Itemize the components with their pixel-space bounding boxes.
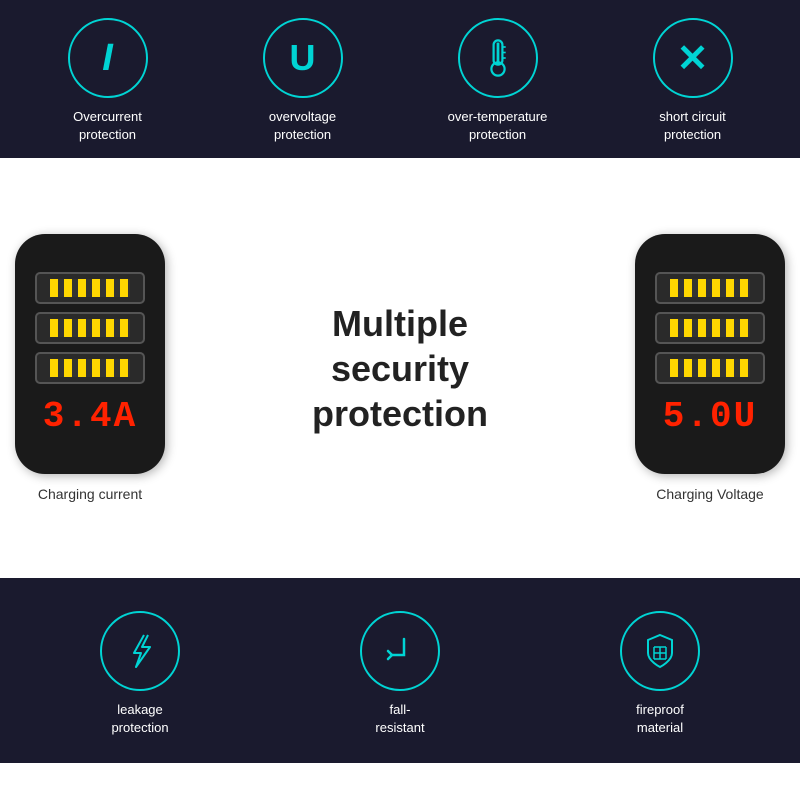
leakage-label: leakage protection [111, 701, 168, 737]
fall-resistant-label: fall- resistant [375, 701, 424, 737]
overcurrent-label: Overcurrent protection [73, 108, 142, 144]
usb-port-4 [655, 272, 765, 304]
center-security-text: Multiple security protection [165, 301, 635, 436]
usb-port-1 [35, 272, 145, 304]
left-device: 3.4A [15, 234, 165, 474]
overcurrent-icon: I [68, 18, 148, 98]
left-display: 3.4A [43, 396, 137, 437]
feature-overvoltage: U overvoltage protection [217, 18, 389, 144]
leakage-icon [100, 611, 180, 691]
overtemperature-label: over-temperature protection [448, 108, 548, 144]
feature-fireproof: fireproof material [543, 611, 777, 737]
usb-port-6 [655, 352, 765, 384]
shortcircuit-label: short circuit protection [659, 108, 725, 144]
thermometer-icon [458, 18, 538, 98]
bottom-section: leakage protection fall- resistant [0, 578, 800, 763]
feature-leakage: leakage protection [23, 611, 257, 737]
top-section: I Overcurrent protection U overvoltage p… [0, 0, 800, 158]
fireproof-label: fireproof material [636, 701, 684, 737]
shortcircuit-icon: ✕ [653, 18, 733, 98]
right-device: 5.0U [635, 234, 785, 474]
overvoltage-icon: U [263, 18, 343, 98]
right-device-label: Charging Voltage [656, 486, 763, 502]
usb-port-3 [35, 352, 145, 384]
overvoltage-label: overvoltage protection [269, 108, 336, 144]
feature-fallresistant: fall- resistant [283, 611, 517, 737]
left-device-label: Charging current [38, 486, 142, 502]
left-device-wrapper: 3.4A Charging current [15, 234, 165, 502]
feature-overtemperature: over-temperature protection [412, 18, 584, 144]
right-device-wrapper: 5.0U Charging Voltage [635, 234, 785, 502]
usb-port-5 [655, 312, 765, 344]
feature-shortcircuit: ✕ short circuit protection [607, 18, 779, 144]
fireproof-icon [620, 611, 700, 691]
right-display: 5.0U [663, 396, 757, 437]
middle-section: 3.4A Charging current Multiple security … [0, 158, 800, 578]
fall-resistant-icon [360, 611, 440, 691]
usb-port-2 [35, 312, 145, 344]
feature-overcurrent: I Overcurrent protection [22, 18, 194, 144]
